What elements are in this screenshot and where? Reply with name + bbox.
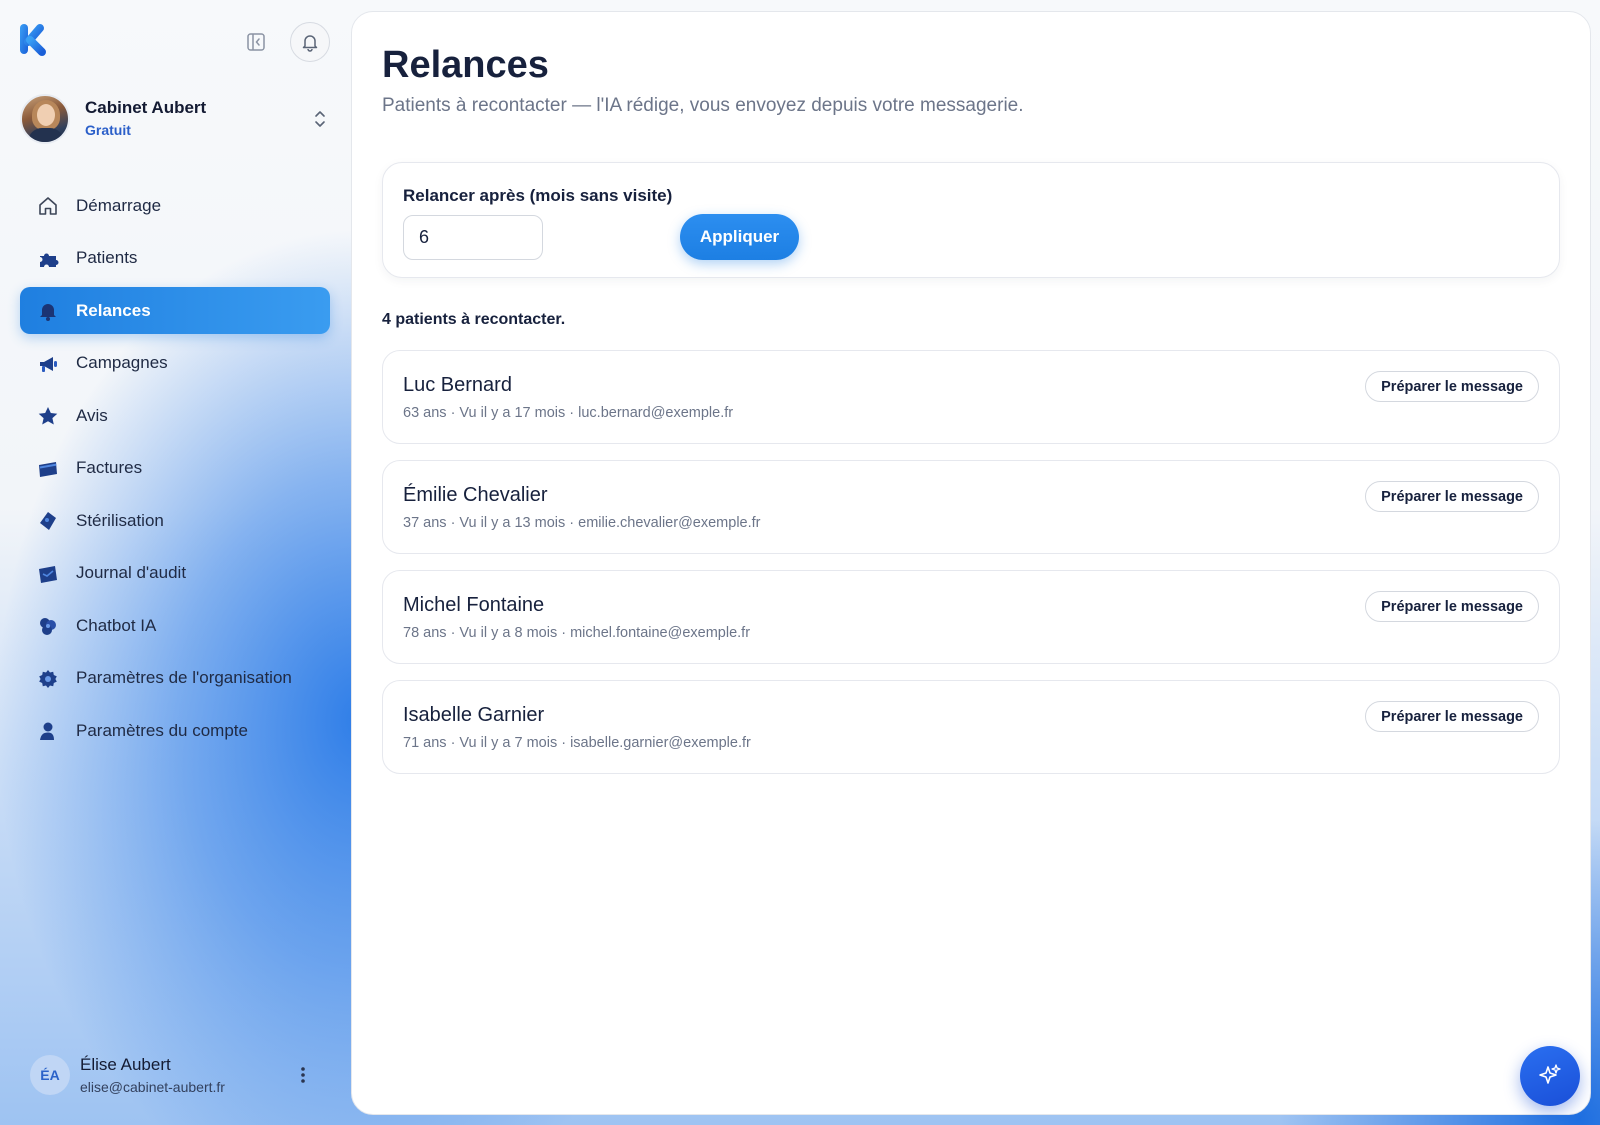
patient-name: Émilie Chevalier xyxy=(403,484,548,506)
sidebar-item-label: Campagnes xyxy=(76,353,168,372)
sidebar-item-label: Chatbot IA xyxy=(76,615,157,635)
sidebar-item-demarrage[interactable]: Démarrage xyxy=(20,182,330,229)
notifications-button[interactable] xyxy=(290,22,330,62)
sidebar-nav: Démarrage Patients Relances Campagnes Av… xyxy=(20,182,330,760)
user-account-menu[interactable]: ÉA Élise Aubert elise@cabinet-aubert.fr xyxy=(28,1053,328,1099)
chatbot-icon xyxy=(40,618,56,635)
sidebar-item-label: Journal d'audit xyxy=(76,563,187,582)
prepare-message-button[interactable]: Préparer le message xyxy=(1365,701,1539,732)
sidebar-item-relances[interactable]: Relances xyxy=(20,287,330,334)
filter-card: Relancer après (mois sans visite) Appliq… xyxy=(382,162,1560,278)
app-logo-icon[interactable] xyxy=(18,22,48,56)
prepare-message-button[interactable]: Préparer le message xyxy=(1365,481,1539,512)
patient-meta: 71 ans · Vu il y a 7 mois · isabelle.gar… xyxy=(403,735,751,751)
sidebar-item-label: Factures xyxy=(76,458,143,477)
star-icon xyxy=(38,407,58,425)
sidebar: Cabinet Aubert Gratuit Démarrage Patient… xyxy=(0,0,350,1125)
sidebar-item-parametres-organisation[interactable]: Paramètres de l'organisation xyxy=(20,655,330,702)
sparkles-icon xyxy=(1539,1064,1561,1084)
sidebar-collapse-icon[interactable] xyxy=(246,32,266,52)
sidebar-item-label: Démarrage xyxy=(76,195,162,215)
organization-name: Cabinet Aubert xyxy=(85,98,207,117)
patient-meta: 63 ans · Vu il y a 17 mois · luc.bernard… xyxy=(403,405,734,421)
sidebar-item-chatbot-ia[interactable]: Chatbot IA xyxy=(20,602,330,649)
shield-icon xyxy=(40,512,56,530)
sidebar-item-label: Relances xyxy=(76,300,151,320)
sidebar-item-campagnes[interactable]: Campagnes xyxy=(20,340,330,387)
patient-card: Michel Fontaine 78 ans · Vu il y a 8 moi… xyxy=(382,570,1560,664)
patient-meta: 37 ans · Vu il y a 13 mois · emilie.chev… xyxy=(403,515,761,531)
patient-name: Luc Bernard xyxy=(403,374,512,396)
invoice-icon xyxy=(39,461,57,477)
ai-assistant-button[interactable] xyxy=(1520,1046,1580,1106)
sidebar-item-label: Patients xyxy=(76,248,138,267)
months-input[interactable] xyxy=(403,215,543,260)
organization-avatar xyxy=(20,94,70,144)
more-vertical-icon[interactable] xyxy=(300,1065,306,1085)
sidebar-item-label: Paramètres du compte xyxy=(76,720,248,740)
prepare-message-button[interactable]: Préparer le message xyxy=(1365,591,1539,622)
page-title: Relances xyxy=(382,44,549,86)
sidebar-item-patients[interactable]: Patients xyxy=(20,235,330,282)
chevron-up-down-icon[interactable] xyxy=(312,108,328,130)
patient-card: Isabelle Garnier 71 ans · Vu il y a 7 mo… xyxy=(382,680,1560,774)
gear-icon xyxy=(39,669,57,688)
journal-icon xyxy=(39,565,57,583)
sidebar-item-avis[interactable]: Avis xyxy=(20,392,330,439)
main-panel: Relances Patients à recontacter — l'IA r… xyxy=(351,11,1591,1115)
home-icon xyxy=(39,197,57,215)
sidebar-item-label: Paramètres de l'organisation xyxy=(76,668,292,687)
patient-card: Émilie Chevalier 37 ans · Vu il y a 13 m… xyxy=(382,460,1560,554)
bell-icon xyxy=(302,35,318,52)
patient-list: Luc Bernard 63 ans · Vu il y a 17 mois ·… xyxy=(382,350,1560,790)
months-filter-label: Relancer après (mois sans visite) xyxy=(403,186,673,205)
user-avatar: ÉA xyxy=(30,1055,70,1095)
patient-name: Michel Fontaine xyxy=(403,594,545,616)
patient-name: Isabelle Garnier xyxy=(403,704,545,726)
sidebar-item-parametres-compte[interactable]: Paramètres du compte xyxy=(20,707,330,754)
page-subtitle: Patients à recontacter — l'IA rédige, vo… xyxy=(382,95,1024,116)
apply-button[interactable]: Appliquer xyxy=(680,214,799,260)
user-icon xyxy=(40,722,54,740)
organization-switcher[interactable]: Cabinet Aubert Gratuit xyxy=(20,94,330,146)
sidebar-item-label: Avis xyxy=(76,405,108,425)
megaphone-icon xyxy=(40,356,57,372)
sidebar-item-label: Stérilisation xyxy=(76,510,164,530)
bell-icon xyxy=(40,304,56,321)
sidebar-item-journal-audit[interactable]: Journal d'audit xyxy=(20,550,330,597)
user-email: elise@cabinet-aubert.fr xyxy=(80,1079,225,1095)
patient-meta: 78 ans · Vu il y a 8 mois · michel.fonta… xyxy=(403,625,751,641)
user-name: Élise Aubert xyxy=(80,1055,171,1074)
patient-card: Luc Bernard 63 ans · Vu il y a 17 mois ·… xyxy=(382,350,1560,444)
sidebar-item-factures[interactable]: Factures xyxy=(20,445,330,492)
prepare-message-button[interactable]: Préparer le message xyxy=(1365,371,1539,402)
patients-count: 4 patients à recontacter. xyxy=(382,311,566,328)
puzzle-icon xyxy=(40,253,59,267)
organization-plan: Gratuit xyxy=(85,122,131,138)
sidebar-item-sterilisation[interactable]: Stérilisation xyxy=(20,497,330,544)
